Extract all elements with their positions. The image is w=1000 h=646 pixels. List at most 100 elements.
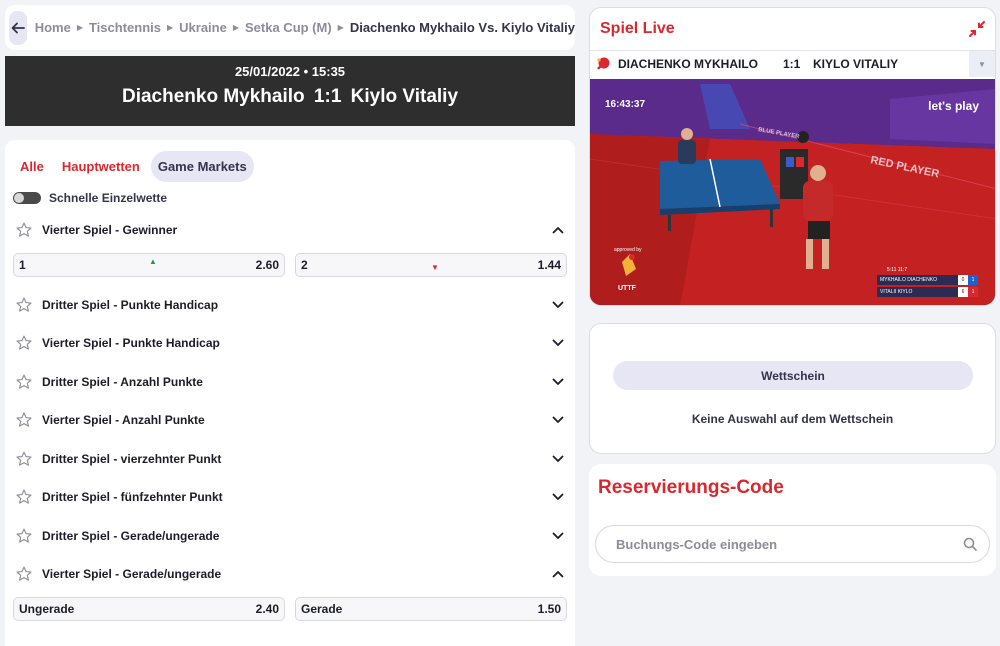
table-tennis-icon	[597, 57, 610, 69]
odds-value: 1.44	[537, 257, 561, 272]
star-icon[interactable]	[15, 527, 33, 545]
chevron-down-icon[interactable]	[551, 452, 565, 466]
match-title: Diachenko Mykhailo 1:1 Kiylo Vitaliy	[5, 86, 575, 108]
betslip-panel: Wettschein Keine Auswahl auf dem Wettsch…	[589, 323, 996, 454]
video-approved-label: approved by	[614, 247, 642, 253]
reservation-title: Reservierungs-Code	[598, 477, 784, 498]
market-name: Dritter Spiel - Gerade/ungerade	[42, 528, 220, 543]
star-icon[interactable]	[15, 450, 33, 468]
market-row[interactable]: Vierter Spiel - Gerade/ungerade	[5, 555, 575, 594]
star-icon[interactable]	[15, 411, 33, 429]
tab-hauptwetten[interactable]: Hauptwetten	[55, 151, 147, 182]
odds-value: 2.40	[255, 601, 279, 616]
odds-label: 1	[19, 257, 26, 272]
markets-panel: Alle Hauptwetten Game Markets Schnelle E…	[5, 140, 575, 646]
star-icon[interactable]	[15, 221, 33, 239]
market-name: Dritter Spiel - Punkte Handicap	[42, 297, 219, 312]
market-row[interactable]: Dritter Spiel - fünfzehnter Punkt	[5, 478, 575, 517]
match-score: 1:1	[313, 86, 342, 107]
star-icon[interactable]	[15, 565, 33, 583]
star-icon[interactable]	[15, 373, 33, 391]
chevron-up-icon[interactable]	[551, 567, 565, 581]
collapse-icon[interactable]	[969, 21, 985, 37]
odds-label: Gerade	[301, 601, 343, 616]
odds-row: Ungerade 2.40 Gerade 1.50	[13, 596, 567, 623]
search-icon[interactable]	[963, 537, 977, 551]
back-button[interactable]	[9, 10, 27, 45]
breadcrumb-item-league[interactable]: Setka Cup (M)	[245, 20, 332, 35]
live-video[interactable]: RED PLAYER BLUE PLAYER 16:43:37 let's pl…	[590, 79, 995, 305]
market-name: Vierter Spiel - Gewinner	[42, 223, 178, 238]
odds-up-icon: ▲	[149, 256, 157, 266]
market-row[interactable]: Dritter Spiel - Anzahl Punkte	[5, 363, 575, 402]
breadcrumb-separator-icon: ▶	[337, 23, 344, 32]
odds-row: 1 ▲ 2.60 2 ▼ 1.44	[13, 252, 567, 279]
breadcrumb: Home ▶ Tischtennis ▶ Ukraine ▶ Setka Cup…	[35, 20, 575, 35]
market-name: Vierter Spiel - Anzahl Punkte	[42, 413, 205, 428]
betslip-tab[interactable]: Wettschein	[613, 361, 973, 390]
breadcrumb-current: Diachenko Mykhailo Vs. Kiylo Vitaliy	[349, 20, 575, 35]
breadcrumb-item-home[interactable]: Home	[35, 20, 71, 35]
scoreboard-row: MYKHAILO DIACHENKO 0 1	[877, 275, 978, 285]
live-header: Spiel Live	[590, 8, 995, 50]
market-row[interactable]: Vierter Spiel - Gewinner	[5, 211, 575, 250]
odds-label: 2	[301, 257, 308, 272]
betslip-empty-text: Keine Auswahl auf dem Wettschein	[691, 412, 894, 426]
odds-button[interactable]: Ungerade 2.40	[13, 596, 285, 621]
star-icon[interactable]	[15, 488, 33, 506]
live-home-player: DIACHENKO MYKHAILO	[618, 56, 758, 71]
market-name: Dritter Spiel - Anzahl Punkte	[42, 374, 203, 389]
star-icon[interactable]	[15, 296, 33, 314]
market-row[interactable]: Dritter Spiel - Punkte Handicap	[5, 286, 575, 325]
live-title: Spiel Live	[600, 20, 675, 37]
chevron-down-icon[interactable]	[551, 375, 565, 389]
market-row[interactable]: Dritter Spiel - Gerade/ungerade	[5, 517, 575, 556]
chevron-down-icon[interactable]	[551, 336, 565, 350]
breadcrumb-separator-icon: ▶	[232, 23, 239, 32]
video-scoreboard: 5:11 11:7 MYKHAILO DIACHENKO 0 1 VITALII…	[877, 267, 978, 299]
tab-game-markets[interactable]: Game Markets	[150, 150, 254, 182]
star-icon[interactable]	[15, 334, 33, 352]
chevron-down-icon[interactable]	[551, 413, 565, 427]
match-header: 25/01/2022 • 15:35 Diachenko Mykhailo 1:…	[5, 56, 575, 126]
odds-button[interactable]: 2 ▼ 1.44	[295, 252, 567, 277]
booking-code-field[interactable]	[595, 525, 990, 563]
reservation-panel: Reservierungs-Code	[589, 464, 996, 576]
market-name: Vierter Spiel - Gerade/ungerade	[42, 567, 222, 582]
market-row[interactable]: Dritter Spiel - vierzehnter Punkt	[5, 440, 575, 479]
odds-label: Ungerade	[19, 601, 75, 616]
breadcrumb-item-sport[interactable]: Tischtennis	[89, 20, 161, 35]
market-row[interactable]: Vierter Spiel - Anzahl Punkte	[5, 401, 575, 440]
breadcrumb-separator-icon: ▶	[166, 23, 174, 32]
odds-button[interactable]: Gerade 1.50	[295, 596, 567, 621]
market-list: Vierter Spiel - Gewinner 1 ▲ 2.60 2 ▼ 1.44 Drit…	[5, 211, 575, 623]
live-score-strip[interactable]: DIACHENKO MYKHAILO 1:1 KIYLO VITALIY ▼	[590, 50, 995, 77]
scoreboard-row: VITALII KIYLO 6 1	[877, 287, 978, 297]
breadcrumb-bar: Home ▶ Tischtennis ▶ Ukraine ▶ Setka Cup…	[5, 5, 575, 50]
booking-code-input[interactable]	[616, 536, 963, 552]
chevron-down-icon[interactable]	[551, 298, 565, 312]
video-federation-logo: UTTF	[618, 285, 636, 292]
breadcrumb-separator-icon: ▶	[76, 23, 83, 32]
home-player: Diachenko Mykhailo	[121, 86, 305, 107]
arrow-left-icon	[11, 22, 25, 33]
odds-down-icon: ▼	[431, 262, 439, 272]
market-name: Dritter Spiel - vierzehnter Punkt	[42, 451, 222, 466]
chevron-up-icon[interactable]	[551, 223, 565, 237]
video-clock: 16:43:37	[605, 99, 646, 110]
chevron-down-icon[interactable]	[551, 529, 565, 543]
chevron-down-icon[interactable]: ▼	[969, 51, 995, 77]
market-name: Vierter Spiel - Punkte Handicap	[42, 336, 220, 351]
chevron-down-icon[interactable]	[551, 490, 565, 504]
market-tabs: Alle Hauptwetten Game Markets	[5, 140, 575, 185]
tab-alle[interactable]: Alle	[13, 151, 51, 182]
quick-bet-toggle[interactable]	[13, 192, 41, 204]
odds-button[interactable]: 1 ▲ 2.60	[13, 252, 285, 277]
market-row[interactable]: Vierter Spiel - Punkte Handicap	[5, 324, 575, 363]
video-set-scores: 5:11 11:7	[887, 267, 908, 273]
live-away-player: KIYLO VITALIY	[813, 56, 899, 71]
live-panel: Spiel Live DIACHENKO MYKHAILO 1:1 KIYLO …	[589, 7, 996, 306]
breadcrumb-item-country[interactable]: Ukraine	[179, 20, 227, 35]
video-slogan: let's play	[928, 99, 979, 113]
away-player: Kiylo Vitaliy	[350, 86, 459, 107]
